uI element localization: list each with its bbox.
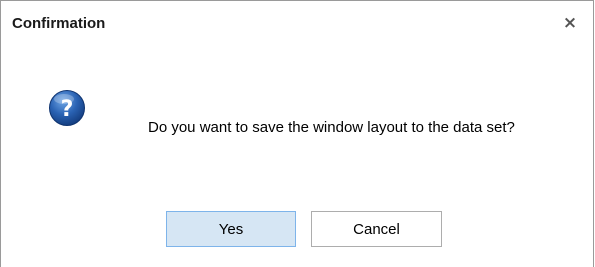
dialog-title: Confirmation — [12, 15, 106, 32]
confirmation-dialog: Confirmation × ? Do you want to save the… — [0, 0, 594, 267]
question-icon: ? — [49, 90, 85, 126]
dialog-message: Do you want to save the window layout to… — [148, 119, 515, 136]
svg-text:?: ? — [61, 97, 74, 122]
yes-button[interactable]: Yes — [166, 211, 296, 247]
close-icon[interactable]: × — [560, 13, 580, 33]
cancel-button[interactable]: Cancel — [311, 211, 442, 247]
